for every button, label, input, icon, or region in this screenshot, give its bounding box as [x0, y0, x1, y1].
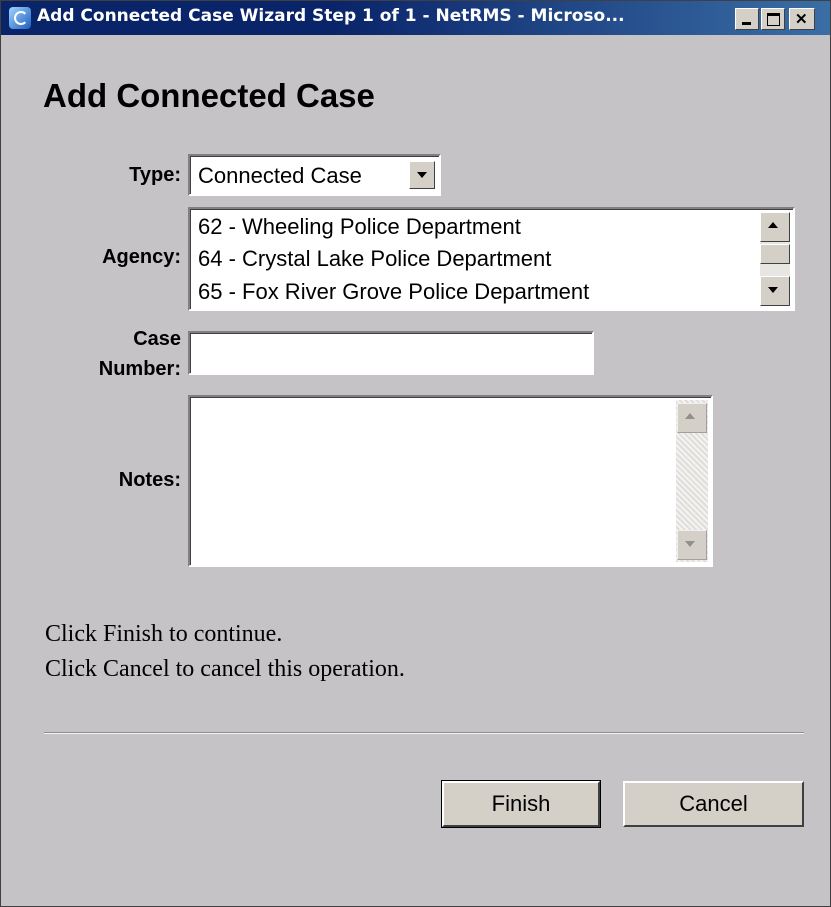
arrow-down-icon	[685, 541, 695, 547]
finish-button[interactable]: Finish	[441, 780, 601, 828]
case-number-label-line2: Number:	[98, 358, 181, 380]
scroll-thumb[interactable]	[760, 244, 790, 264]
page-title: Add Connected Case	[43, 77, 375, 114]
notes-label: Notes:	[118, 469, 181, 491]
scroll-down-button[interactable]	[760, 276, 790, 306]
type-dropdown-button[interactable]	[409, 161, 435, 189]
cancel-instruction: Click Cancel to cancel this operation.	[45, 656, 405, 682]
minimize-button[interactable]	[735, 8, 759, 30]
divider	[44, 732, 804, 734]
scroll-up-button[interactable]	[677, 403, 707, 433]
agency-label: Agency:	[102, 246, 181, 268]
case-number-input[interactable]	[188, 331, 594, 375]
cancel-button[interactable]: Cancel	[623, 781, 804, 827]
notes-textarea[interactable]	[188, 395, 713, 567]
window-title: Add Connected Case Wizard Step 1 of 1 - …	[37, 6, 625, 26]
arrow-up-icon	[685, 413, 695, 419]
maximize-button[interactable]	[761, 8, 785, 30]
agency-option[interactable]: 62 - Wheeling Police Department	[198, 214, 521, 240]
chevron-down-icon	[417, 172, 427, 178]
agency-option[interactable]: 64 - Crystal Lake Police Department	[198, 246, 551, 272]
agency-option[interactable]: 65 - Fox River Grove Police Department	[198, 279, 589, 305]
agency-scrollbar[interactable]	[760, 212, 790, 306]
close-button[interactable]	[789, 8, 815, 30]
case-number-label-line1: Case	[133, 328, 181, 350]
arrow-down-icon	[768, 287, 778, 293]
scroll-up-button[interactable]	[760, 212, 790, 242]
notes-scrollbar[interactable]	[676, 400, 708, 562]
wizard-window: Add Connected Case Wizard Step 1 of 1 - …	[0, 0, 831, 907]
type-selected-value: Connected Case	[198, 163, 362, 188]
title-bar[interactable]: Add Connected Case Wizard Step 1 of 1 - …	[1, 1, 830, 35]
type-label: Type:	[129, 164, 181, 186]
arrow-up-icon	[768, 222, 778, 228]
type-select[interactable]: Connected Case	[188, 154, 441, 196]
finish-instruction: Click Finish to continue.	[45, 621, 283, 647]
case-number-label: Case Number:	[61, 324, 181, 384]
ie-page-icon	[9, 7, 31, 29]
agency-listbox[interactable]: 62 - Wheeling Police Department 64 - Cry…	[188, 207, 795, 311]
scroll-down-button[interactable]	[677, 530, 707, 560]
